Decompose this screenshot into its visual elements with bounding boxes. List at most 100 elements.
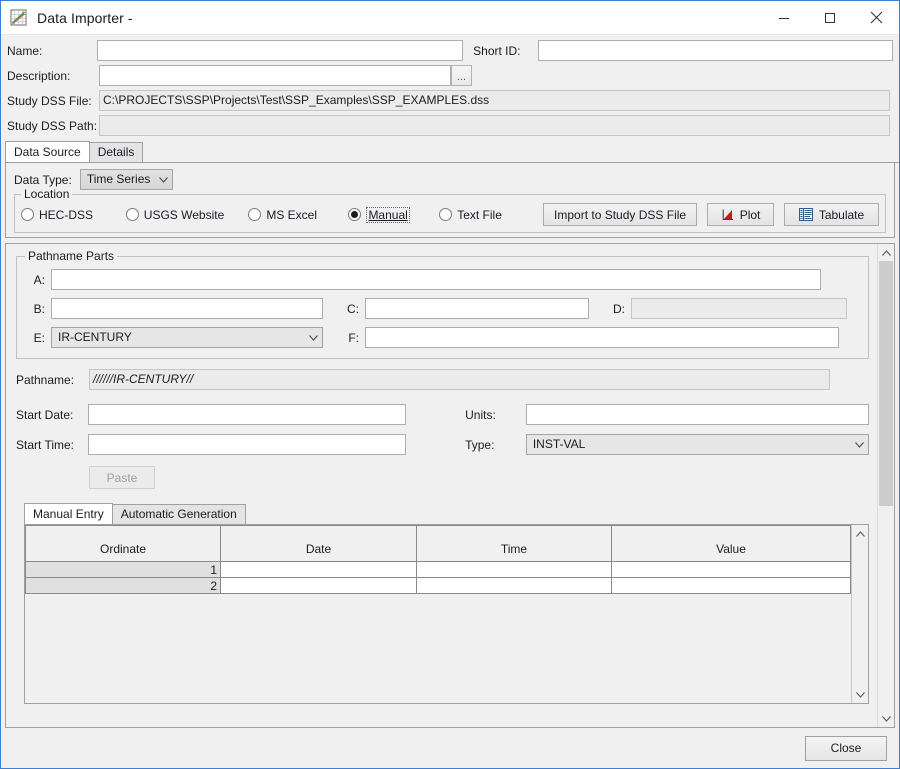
study-dss-file-label: Study DSS File: xyxy=(7,93,92,108)
tab-details[interactable]: Details xyxy=(88,142,144,162)
pathname-part-c-label: C: xyxy=(347,301,359,316)
window-title: Data Importer - xyxy=(37,9,133,26)
description-input[interactable] xyxy=(99,65,451,86)
type-value: INST-VAL xyxy=(532,437,586,451)
start-time-input[interactable] xyxy=(87,434,407,455)
panel-vertical-scrollbar[interactable] xyxy=(877,244,894,727)
pathname-value: //////IR-CENTURY// xyxy=(89,369,830,390)
cell-value[interactable] xyxy=(611,561,851,578)
pathname-part-f-input[interactable] xyxy=(365,327,839,348)
chevron-up-icon[interactable] xyxy=(878,244,894,261)
chevron-down-icon[interactable] xyxy=(852,686,868,703)
type-select[interactable]: INST-VAL xyxy=(525,434,869,455)
cell-ordinate: 1 xyxy=(25,561,221,578)
start-date-label: Start Date: xyxy=(16,407,74,422)
entry-tab-strip: Manual Entry Automatic Generation xyxy=(24,503,869,524)
radio-circle-icon xyxy=(21,208,34,221)
radio-label-text-file: Text File xyxy=(457,207,502,222)
pathname-part-e-label: E: xyxy=(33,330,45,345)
data-type-label: Data Type: xyxy=(14,172,72,187)
chart-document-icon xyxy=(10,9,28,27)
table-vertical-scrollbar[interactable] xyxy=(851,525,868,703)
import-to-study-dss-file-button[interactable]: Import to Study DSS File xyxy=(543,203,698,226)
pathname-parts-title: Pathname Parts xyxy=(25,249,118,263)
close-button[interactable]: Close xyxy=(805,735,887,761)
data-source-panel: Data Type: Time Series Location HEC-DSS … xyxy=(5,163,895,238)
start-date-input[interactable] xyxy=(87,404,407,425)
pathname-part-a-input[interactable] xyxy=(51,269,821,290)
radio-usgs-website[interactable]: USGS Website xyxy=(125,207,235,222)
tab-manual-entry[interactable]: Manual Entry xyxy=(24,503,113,524)
scrollbar-track[interactable] xyxy=(878,261,894,710)
table-icon xyxy=(798,208,813,221)
tab-automatic-generation[interactable]: Automatic Generation xyxy=(111,504,246,524)
chevron-down-icon xyxy=(309,328,318,347)
radio-ms-excel[interactable]: MS Excel xyxy=(248,208,334,222)
radio-circle-icon xyxy=(248,208,262,221)
study-dss-path-row: Study DSS Path: xyxy=(7,115,893,136)
pathname-part-c-input[interactable] xyxy=(365,298,589,319)
main-tab-strip: Data Source Details xyxy=(5,141,899,163)
pathname-parts-group: Pathname Parts A: B: C: D: E: IR-CENTURY… xyxy=(16,249,869,359)
data-grid: Ordinate Date Time Value 1 2 xyxy=(25,525,851,594)
tabulate-button-label: Tabulate xyxy=(818,207,865,222)
maximize-icon[interactable] xyxy=(807,1,853,34)
pathname-part-e-select[interactable]: IR-CENTURY xyxy=(51,327,323,348)
column-header-time[interactable]: Time xyxy=(416,525,612,562)
data-type-row: Data Type: Time Series xyxy=(14,169,886,190)
paste-row: Paste xyxy=(16,466,869,489)
pathname-part-a-label: A: xyxy=(33,272,45,287)
radio-hec-dss[interactable]: HEC-DSS xyxy=(21,208,112,222)
location-group: Location HEC-DSS USGS Website MS Excel M… xyxy=(14,187,886,233)
pathname-part-b-input[interactable] xyxy=(51,298,323,319)
title-bar: Data Importer - xyxy=(1,1,899,35)
cell-date[interactable] xyxy=(220,561,417,578)
data-importer-window: Data Importer - Name: Short ID: Descript… xyxy=(0,0,900,769)
study-dss-file-row: Study DSS File: C:\PROJECTS\SSP\Projects… xyxy=(7,90,893,111)
table-row[interactable]: 1 xyxy=(25,561,851,578)
scrollbar-thumb[interactable] xyxy=(879,261,893,506)
cell-time[interactable] xyxy=(416,577,612,594)
cell-time[interactable] xyxy=(416,561,612,578)
minimize-icon[interactable] xyxy=(761,1,807,34)
paste-button[interactable]: Paste xyxy=(89,466,155,489)
tab-data-source[interactable]: Data Source xyxy=(5,141,90,162)
radio-label-usgs-website: USGS Website xyxy=(143,207,225,222)
start-time-label: Start Time: xyxy=(16,437,75,452)
chevron-up-icon[interactable] xyxy=(852,525,868,542)
units-input[interactable] xyxy=(525,404,869,425)
name-input[interactable] xyxy=(97,40,464,61)
radio-label-hec-dss: HEC-DSS xyxy=(39,207,94,222)
cell-value[interactable] xyxy=(611,577,851,594)
location-group-title: Location xyxy=(21,187,73,201)
description-label: Description: xyxy=(7,68,71,83)
column-header-date[interactable]: Date xyxy=(220,525,417,562)
study-dss-path-value xyxy=(99,115,890,136)
plot-button-label: Plot xyxy=(739,207,761,222)
pathname-part-b-row: B: C: D: xyxy=(25,298,860,319)
manual-entry-table: Ordinate Date Time Value 1 2 xyxy=(24,524,869,704)
plot-button[interactable]: Plot xyxy=(707,203,774,226)
table-row[interactable]: 2 xyxy=(25,577,851,594)
manual-entry-scroll-host: Pathname Parts A: B: C: D: E: IR-CENTURY… xyxy=(5,243,895,728)
name-row: Name: Short ID: xyxy=(7,40,893,61)
pathname-part-e-value: IR-CENTURY xyxy=(58,330,132,344)
radio-text-file[interactable]: Text File xyxy=(439,208,529,222)
data-type-select[interactable]: Time Series xyxy=(79,169,173,190)
close-icon[interactable] xyxy=(853,1,899,34)
cell-date[interactable] xyxy=(220,577,417,594)
table-header-row: Ordinate Date Time Value xyxy=(25,525,851,562)
tabulate-button[interactable]: Tabulate xyxy=(784,203,879,226)
column-header-value[interactable]: Value xyxy=(611,525,851,562)
column-header-ordinate[interactable]: Ordinate xyxy=(25,525,221,562)
short-id-input[interactable] xyxy=(537,40,893,61)
browse-ellipsis-button[interactable]: ... xyxy=(451,65,472,86)
radio-manual[interactable]: Manual xyxy=(348,206,425,223)
pathname-part-a-row: A: xyxy=(25,269,860,290)
pathname-part-f-label: F: xyxy=(348,330,359,345)
radio-circle-icon xyxy=(125,208,139,221)
pathname-row: Pathname: //////IR-CENTURY// xyxy=(16,369,869,390)
chevron-down-icon[interactable] xyxy=(878,710,894,727)
cell-ordinate: 2 xyxy=(25,577,221,594)
pathname-part-b-label: B: xyxy=(33,301,45,316)
